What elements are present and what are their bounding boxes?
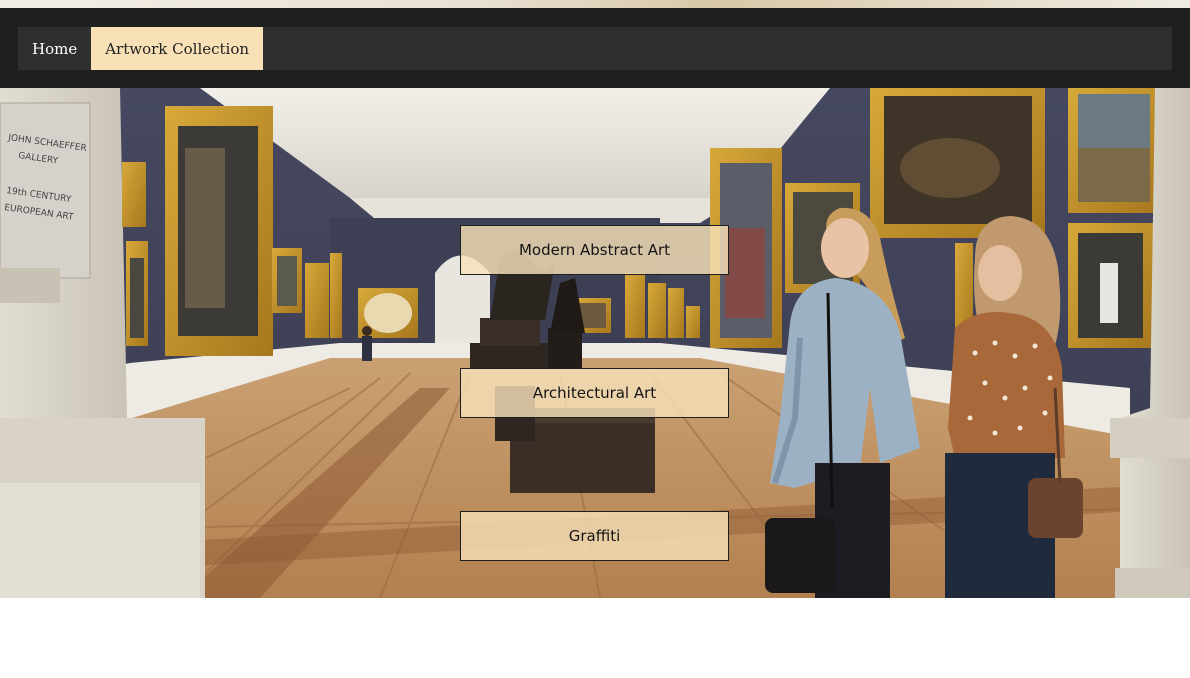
- top-image-strip: [0, 0, 1190, 8]
- main-navbar: Home Artwork Collection: [18, 27, 1172, 70]
- site-header: Home Artwork Collection: [0, 8, 1190, 88]
- page-body-blank: [0, 598, 1190, 678]
- category-button-modern-abstract-art[interactable]: Modern Abstract Art: [460, 225, 729, 275]
- category-button-architectural-art[interactable]: Architectural Art: [460, 368, 729, 418]
- nav-home[interactable]: Home: [18, 27, 91, 70]
- category-button-graffiti[interactable]: Graffiti: [460, 511, 729, 561]
- nav-artwork-collection[interactable]: Artwork Collection: [91, 27, 264, 70]
- gallery-hero: JOHN SCHAEFFER GALLERY 19th CENTURY EURO…: [0, 88, 1190, 598]
